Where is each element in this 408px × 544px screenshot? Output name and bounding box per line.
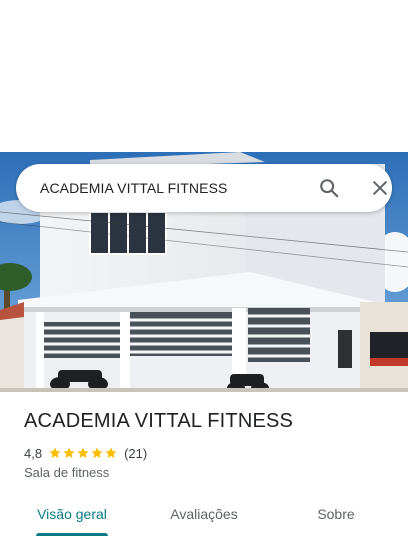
tab-about[interactable]: Sobre — [300, 502, 372, 542]
rating-value: 4,8 — [24, 445, 43, 461]
search-input[interactable]: ACADEMIA VITTAL FITNESS — [40, 164, 227, 212]
search-icon[interactable] — [315, 174, 343, 202]
place-title: ACADEMIA VITTAL FITNESS — [24, 410, 294, 432]
review-count[interactable]: (21) — [124, 446, 147, 461]
tab-bar: Visão geral Avaliações Sobre — [0, 502, 408, 544]
active-tab-indicator — [36, 533, 108, 536]
place-info-panel: ACADEMIA VITTAL FITNESS 4,8 (21) Sala de… — [0, 392, 408, 544]
search-bar[interactable]: ACADEMIA VITTAL FITNESS — [16, 164, 392, 212]
place-category[interactable]: Sala de fitness — [24, 465, 109, 480]
top-blank-area — [0, 0, 408, 152]
close-icon[interactable] — [366, 174, 394, 202]
tab-overview[interactable]: Visão geral — [24, 502, 120, 542]
star-icon — [77, 447, 89, 458]
star-icon — [105, 447, 117, 458]
tab-reviews[interactable]: Avaliações — [156, 502, 252, 542]
star-rating — [48, 446, 118, 460]
star-icon — [91, 447, 103, 458]
rating-row[interactable]: 4,8 (21) — [24, 444, 147, 462]
star-icon — [63, 447, 75, 458]
star-icon — [49, 447, 61, 458]
